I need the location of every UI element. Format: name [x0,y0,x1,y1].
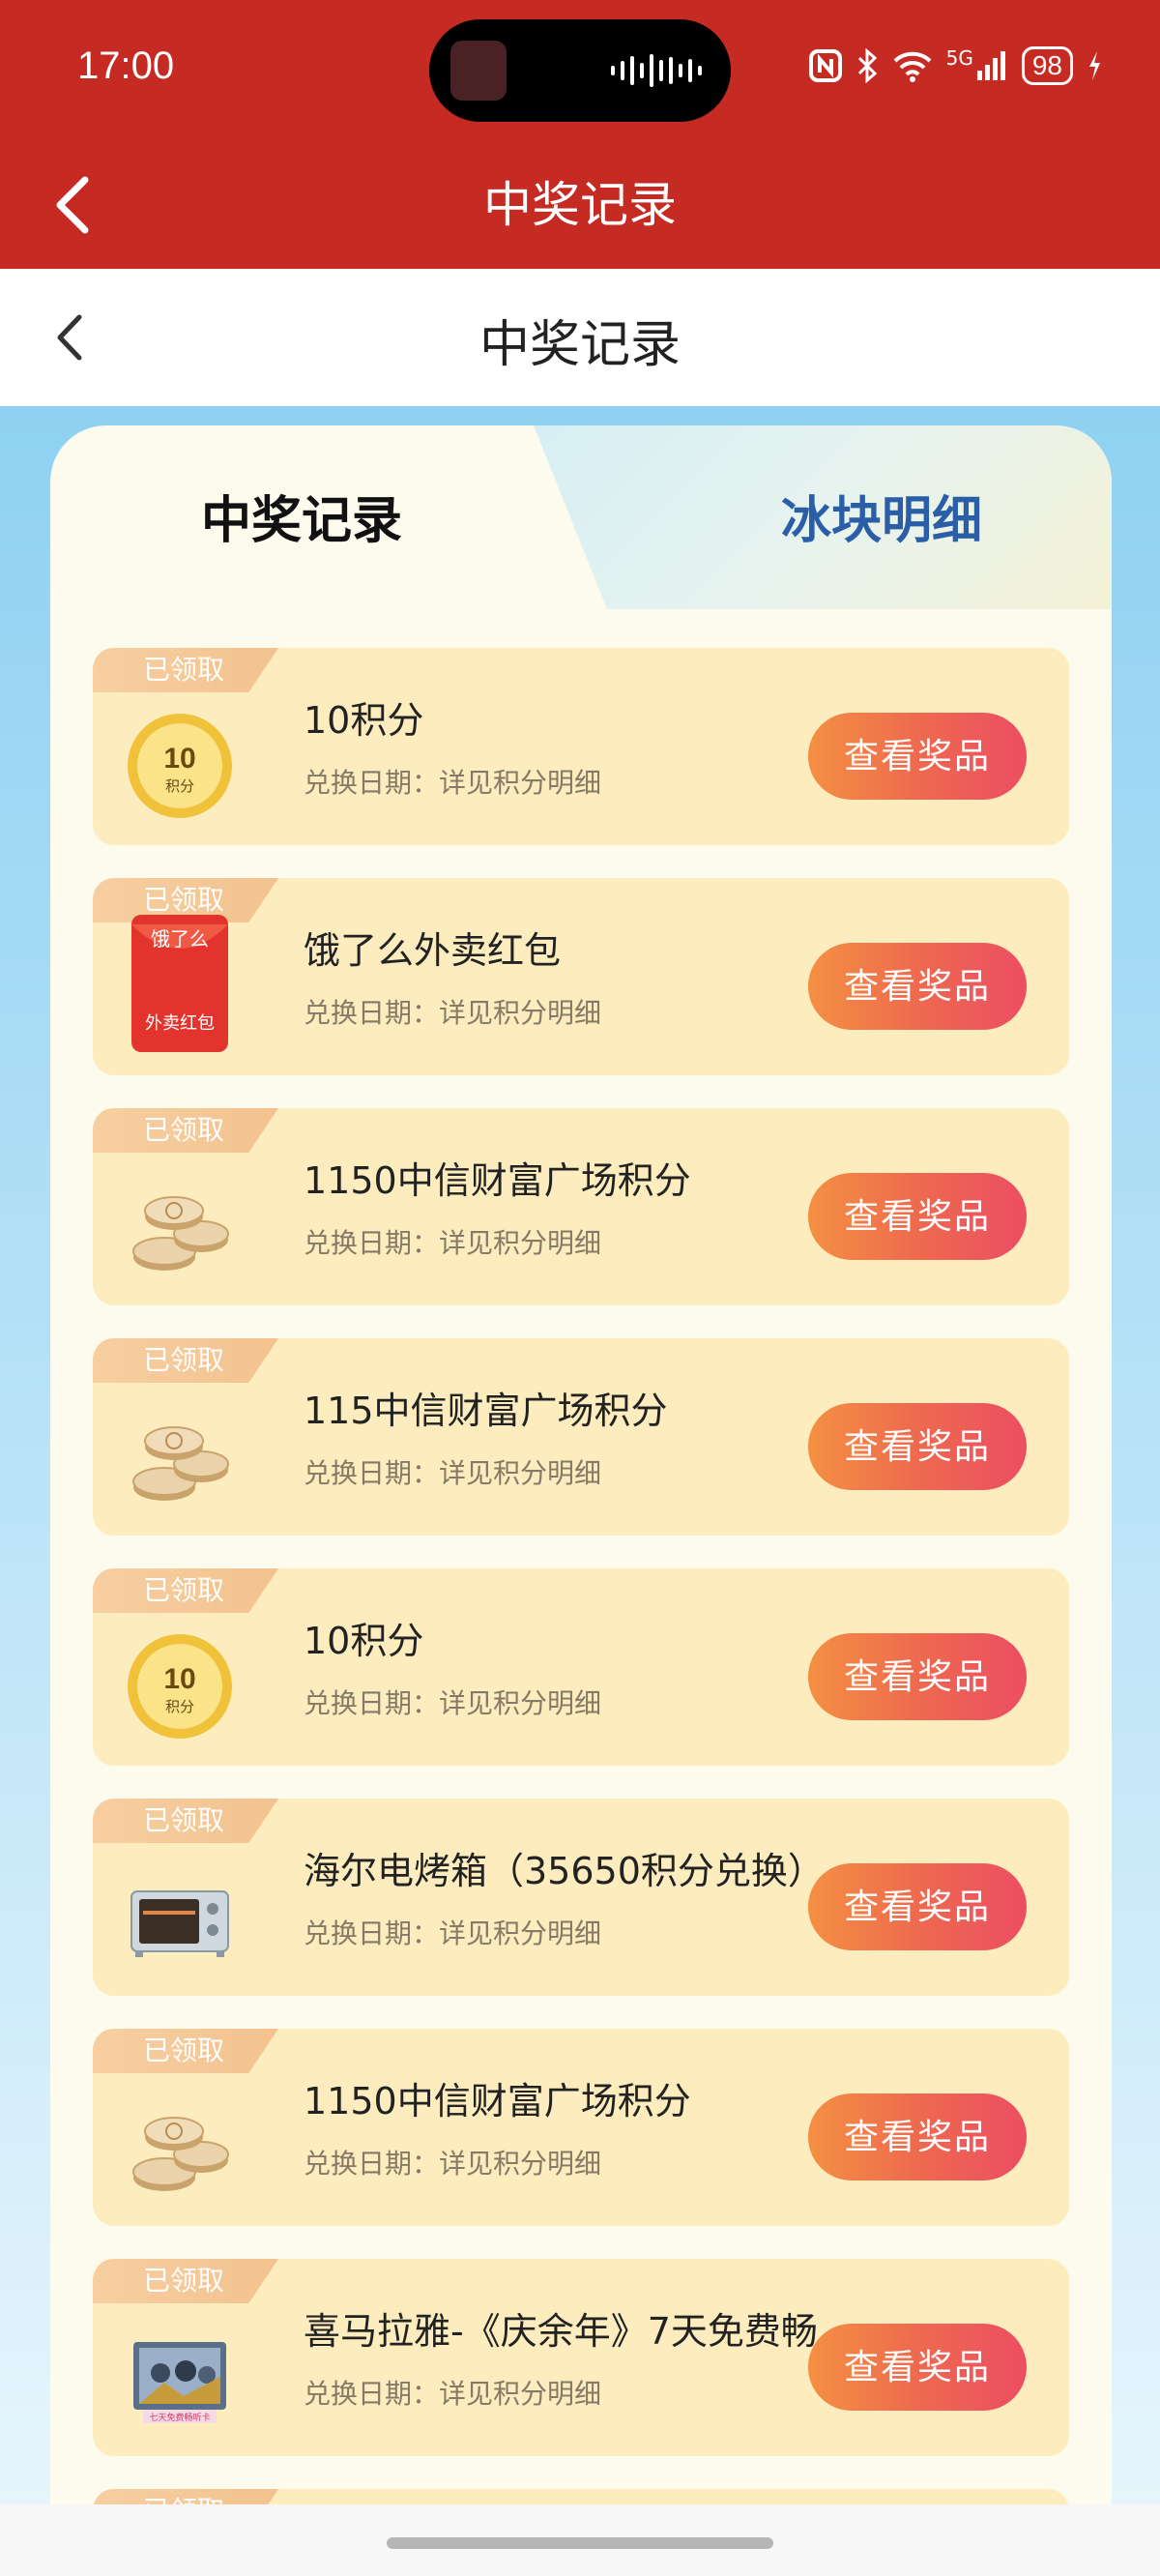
exchange-date: 兑换日期：详见积分明细 [304,1457,602,1489]
app-title: 中奖记录 [483,177,677,233]
view-prize-button[interactable]: 查看奖品 [808,943,1027,1030]
status-time: 17:00 [77,44,175,87]
coin-unit: 积分 [165,1698,194,1715]
exchange-date: 兑换日期：详见积分明细 [304,997,602,1029]
coin-stack-icon [132,1426,229,1501]
card-caption: 七天免费畅听卡 [149,2412,210,2423]
coin-unit: 积分 [165,777,194,795]
view-prize-button[interactable]: 查看奖品 [808,1403,1027,1490]
status-badge: 已领取 [93,1568,278,1613]
bluetooth-icon [857,48,877,83]
prize-name: 喜马拉雅-《庆余年》7天免费畅... [304,2310,854,2353]
envelope-text: 外卖红包 [145,1013,215,1034]
prize-item: 已领取 1150中信财富广场积分 兑换日期：详见积分明细 查看奖品 [93,2029,1069,2226]
signal-icon [976,51,1005,80]
prize-name: 10积分 [304,1620,424,1662]
envelope-brand: 饿了么 [151,927,209,951]
status-badge: 已领取 [93,1108,278,1153]
app-header: 中奖记录 [0,143,1160,269]
view-prize-button[interactable]: 查看奖品 [808,2093,1027,2181]
exchange-date: 兑换日期：详见积分明细 [304,767,602,799]
prize-name: 海尔电烤箱（35650积分兑换） [304,1850,825,1892]
now-playing-artwork [450,41,507,101]
network-type-label: 5G [945,46,973,70]
view-prize-button[interactable]: 查看奖品 [808,1173,1027,1260]
audio-wave-icon [611,54,702,87]
oven-icon [130,1890,229,1957]
coin-stack-icon [132,2117,229,2191]
wifi-icon [893,51,931,82]
prize-item: 已领取 1150中信财富广场积分 兑换日期：详见积分明细 查看奖品 [93,1108,1069,1305]
prize-name: 饿了么外卖红包 [304,929,562,972]
view-prize-button[interactable]: 查看奖品 [808,713,1027,800]
status-badge: 已领取 [93,1799,278,1843]
dynamic-island[interactable] [429,19,731,122]
prize-name: 10积分 [304,699,424,742]
view-prize-button[interactable]: 查看奖品 [808,1863,1027,1950]
coin-stack-icon [132,1196,229,1271]
exchange-date: 兑换日期：详见积分明细 [304,1917,602,1949]
page-header: 中奖记录 [0,269,1160,406]
status-badge: 已领取 [93,2259,278,2303]
status-badge: 已领取 [93,648,278,692]
charging-icon [1089,51,1100,80]
red-envelope-icon: 饿了么 外卖红包 [131,915,228,1052]
prize-item: 已领取 饿了么 外卖红包 饿了么外卖红包 兑换日期：详见积分明细 查看奖品 [93,878,1069,1075]
page-title: 中奖记录 [478,316,681,374]
prize-name: 115中信财富广场积分 [304,1390,668,1432]
prize-item: 已领取 海尔电烤箱（35650积分兑换） 兑换日期：详见积分明细 查看奖品 [93,1799,1069,1996]
prize-item: 已领取 115中信财富广场积分 兑换日期：详见积分明细 查看奖品 [93,1338,1069,1536]
prize-name: 1150中信财富广场积分 [304,2080,691,2122]
exchange-date: 兑换日期：详见积分明细 [304,1687,602,1719]
points-coin-icon: 10 积分 [128,1634,232,1739]
status-badge: 已领取 [93,1338,278,1383]
points-coin-icon: 10 积分 [128,714,232,818]
status-badge: 已领取 [93,2029,278,2073]
battery-indicator: 98 [1021,46,1073,85]
coin-value: 10 [163,1663,195,1695]
exchange-date: 兑换日期：详见积分明细 [304,2378,602,2410]
exchange-date: 兑换日期：详见积分明细 [304,2148,602,2180]
system-icons: 5G 98 [808,46,1102,85]
prize-name: 1150中信财富广场积分 [304,1159,691,1202]
home-indicator[interactable] [387,2537,773,2549]
prize-item: 已领取 七天免费畅听卡 喜马拉雅-《庆余年》7天免费畅... 兑换日期：详见积分… [93,2259,1069,2456]
nfc-icon [808,49,842,82]
tab-prize-records[interactable]: 中奖记录 [50,480,553,552]
prize-item: 已领取 10 积分 10积分 兑换日期：详见积分明细 查看奖品 [93,648,1069,845]
status-bar: 17:00 5G 98 [0,0,1160,143]
coin-value: 10 [163,743,195,775]
exchange-date: 兑换日期：详见积分明细 [304,1227,602,1259]
listening-card-icon: 七天免费畅听卡 [133,2342,226,2423]
prize-item: 已领取 10 积分 10积分 兑换日期：详见积分明细 查看奖品 [93,1568,1069,1766]
view-prize-button[interactable]: 查看奖品 [808,2324,1027,2411]
tab-ice-details[interactable]: 冰块明细 [669,480,1094,552]
view-prize-button[interactable]: 查看奖品 [808,1633,1027,1720]
